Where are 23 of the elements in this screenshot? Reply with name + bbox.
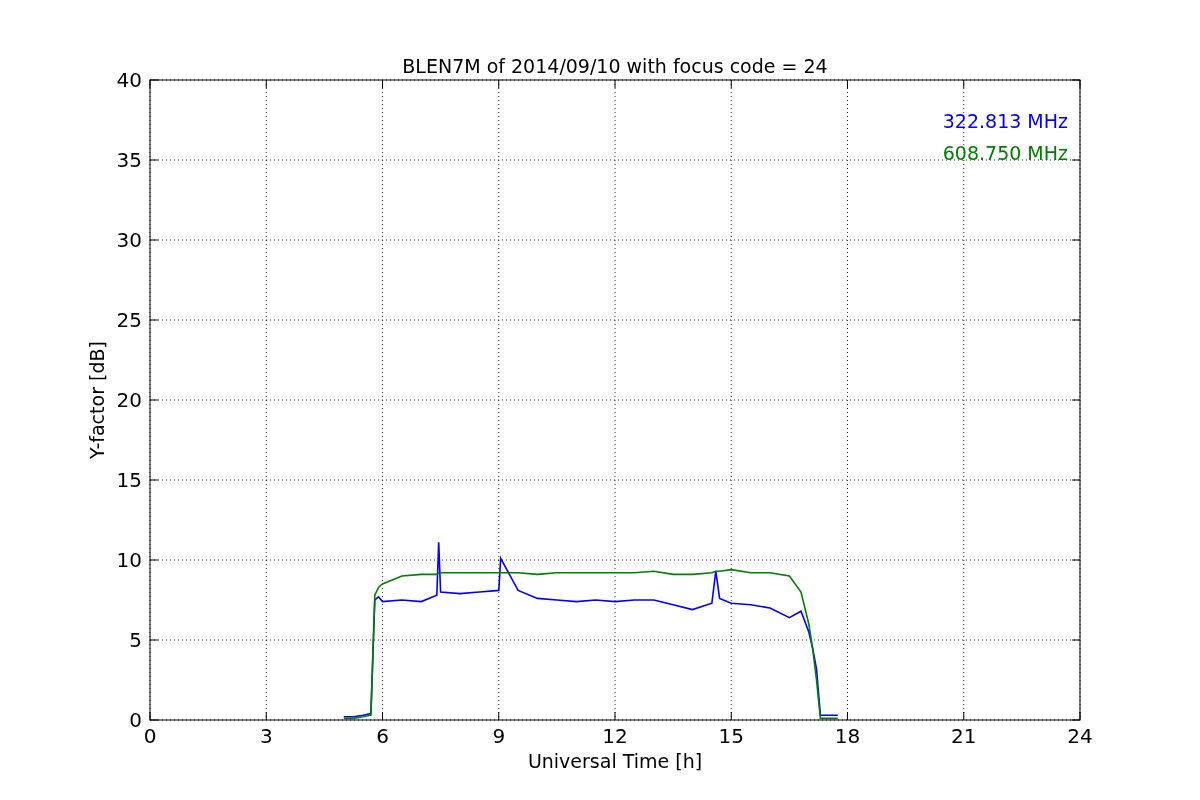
y-tick-label: 40 [116,68,142,92]
y-tick-label: 30 [116,228,142,252]
x-tick-label: 9 [492,724,506,748]
x-tick-label: 18 [834,724,861,748]
x-tick-label: 12 [602,724,628,748]
x-tick-label: 21 [951,724,977,748]
legend-label: 608.750 MHz [942,142,1068,164]
y-tick-label: 10 [116,548,142,572]
x-tick-label: 0 [143,724,157,748]
y-tick-label: 25 [116,308,142,332]
legend-label: 322.813 MHz [942,110,1068,132]
chart-title: BLEN7M of 2014/09/10 with focus code = 24 [402,55,828,77]
y-tick-label: 0 [129,708,142,732]
x-axis-label: Universal Time [h] [527,750,703,772]
x-tick-label: 6 [376,724,389,748]
y-tick-label: 35 [116,148,142,172]
x-tick-label: 3 [259,724,273,748]
x-tick-label: 24 [1067,724,1093,748]
x-tick-label: 15 [718,724,744,748]
y-tick-label: 15 [116,468,142,492]
y-tick-label: 5 [129,628,142,652]
y-axis-label: Y-factor [dB] [86,341,108,459]
y-tick-label: 20 [116,388,142,412]
